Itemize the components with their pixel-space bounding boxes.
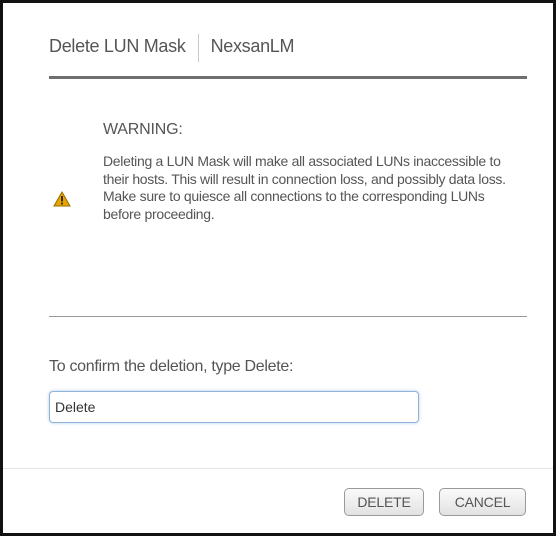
confirm-delete-input[interactable]: [49, 391, 419, 423]
delete-lun-mask-dialog: Delete LUN Mask NexsanLM WARNING: Deleti…: [0, 0, 556, 536]
title-separator: [197, 34, 199, 62]
section-divider: [49, 316, 527, 317]
warning-triangle-icon: [53, 190, 71, 207]
dialog-header: Delete LUN Mask NexsanLM: [49, 34, 527, 79]
cancel-button[interactable]: CANCEL: [439, 488, 526, 516]
warning-message: Deleting a LUN Mask will make all associ…: [103, 153, 506, 222]
confirm-label: To confirm the deletion, type Delete:: [49, 358, 294, 375]
delete-button[interactable]: DELETE: [344, 488, 424, 516]
warning-heading: WARNING:: [103, 121, 183, 138]
dialog-title: Delete LUN Mask: [49, 36, 186, 56]
dialog-footer: DELETE CANCEL: [3, 468, 553, 533]
dialog-subtitle: NexsanLM: [210, 36, 295, 56]
